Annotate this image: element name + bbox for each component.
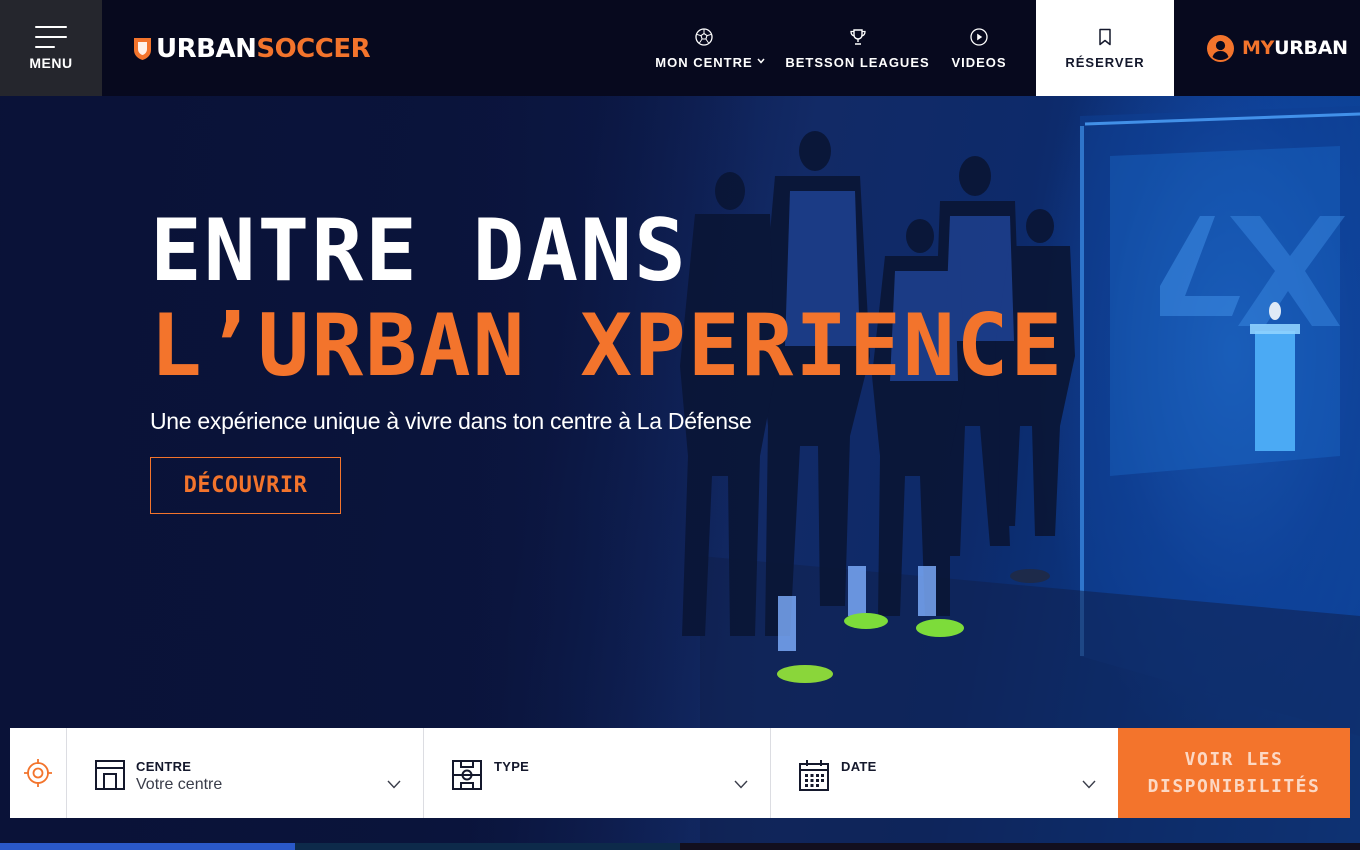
booking-search-bar: CENTRE Votre centre TYPE DATE VOIR LES D… (10, 728, 1350, 818)
centre-select[interactable]: CENTRE Votre centre (67, 728, 424, 818)
play-icon (970, 28, 988, 46)
calendar-icon (799, 760, 829, 791)
hero-subtitle: Une expérience unique à vivre dans ton c… (150, 408, 752, 434)
nav-label-mon-centre: MON CENTRE (655, 55, 753, 70)
date-select[interactable]: DATE (771, 728, 1118, 818)
discover-button[interactable]: DÉCOUVRIR (150, 457, 341, 514)
nav-videos[interactable]: VIDEOS (951, 0, 1007, 96)
myurban-text-my: MY (1242, 37, 1275, 59)
chevron-down-icon (734, 780, 748, 789)
hamburger-icon (35, 26, 67, 48)
chevron-down-icon (757, 58, 765, 64)
chevron-down-icon (1082, 780, 1096, 789)
logo-text-urban: URBAN (156, 34, 257, 64)
building-icon (95, 760, 125, 790)
type-select[interactable]: TYPE (424, 728, 771, 818)
urbansoccer-logo[interactable]: URBANSOCCER (133, 34, 371, 64)
trophy-icon (849, 29, 866, 45)
centre-label: CENTRE (136, 759, 192, 774)
hero-title-line-2: L’URBAN XPERIENCE (150, 296, 1065, 396)
target-icon (24, 759, 52, 787)
hero-title-line-1: ENTRE DANS (150, 201, 688, 301)
menu-button[interactable]: MENU (0, 0, 102, 96)
user-icon (1207, 34, 1234, 62)
myurban-account-link[interactable]: MYURBAN (1207, 34, 1348, 62)
date-label: DATE (841, 759, 877, 774)
site-header: MENU URBANSOCCER MON CENTRE BETSSON LEAG… (0, 0, 1360, 96)
soccer-ball-icon (695, 28, 713, 46)
nav-betsson-leagues[interactable]: BETSSON LEAGUES (785, 0, 929, 96)
type-label: TYPE (494, 759, 530, 774)
menu-label: MENU (29, 55, 73, 71)
nav-label-betsson-leagues: BETSSON LEAGUES (785, 55, 930, 70)
myurban-text-urban: URBAN (1274, 37, 1348, 59)
reserve-button[interactable]: RÉSERVER (1036, 0, 1174, 96)
pitch-icon (452, 760, 482, 790)
see-availability-button[interactable]: VOIR LES DISPONIBILITÉS (1118, 728, 1350, 818)
chevron-down-icon (387, 780, 401, 789)
nav-label-videos: VIDEOS (951, 55, 1007, 70)
shield-logo-icon (134, 38, 151, 60)
geolocate-button[interactable] (10, 728, 67, 818)
next-section-preview (0, 843, 1360, 850)
centre-value: Votre centre (136, 776, 223, 793)
reserve-label: RÉSERVER (1065, 55, 1145, 70)
logo-text-soccer: SOCCER (256, 34, 371, 64)
nav-mon-centre[interactable]: MON CENTRE (649, 0, 765, 96)
bookmark-icon (1099, 28, 1111, 46)
